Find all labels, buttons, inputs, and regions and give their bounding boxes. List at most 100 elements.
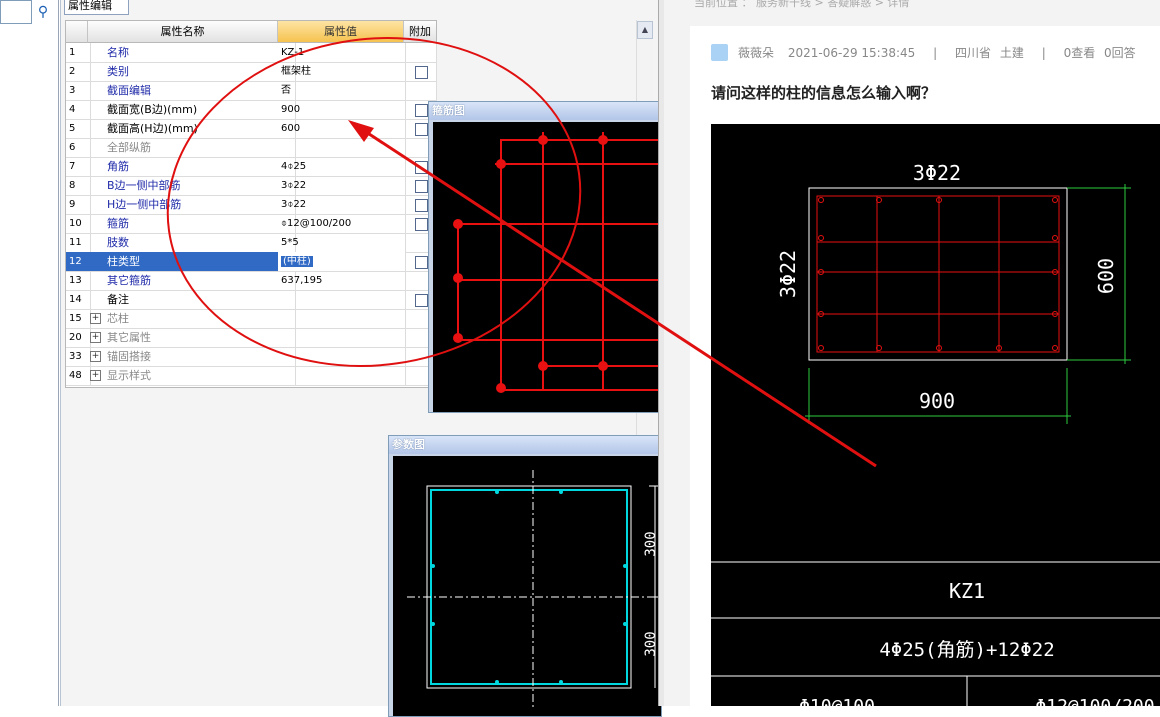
parameter-window-title[interactable]: 参数图: [389, 436, 661, 454]
property-row[interactable]: 33 锚固搭接 +: [66, 347, 437, 367]
property-name: 全部纵筋: [88, 138, 296, 157]
property-name-text: 角筋: [107, 160, 129, 173]
property-name: 芯柱: [88, 309, 296, 328]
extra-checkbox[interactable]: [415, 256, 428, 269]
property-row[interactable]: 8 B边一侧中部筋 3⌽22: [66, 176, 437, 196]
search-input[interactable]: [0, 0, 32, 24]
property-value[interactable]: 600: [278, 119, 406, 138]
property-name: 名称: [88, 43, 296, 62]
left-sidebar: [0, 0, 59, 706]
scroll-up-icon[interactable]: ▲: [637, 21, 653, 39]
parameter-diagram-drawing: 300 300: [407, 470, 661, 708]
cad-width-dimension: 900: [919, 389, 955, 413]
property-name: 其它箍筋: [88, 271, 296, 290]
property-value[interactable]: 5*5: [278, 233, 406, 252]
rebar-diagram: [433, 122, 661, 412]
property-name: 锚固搭接: [88, 347, 296, 366]
extra-checkbox[interactable]: [415, 104, 428, 117]
property-value[interactable]: 900: [278, 100, 406, 119]
property-value-text: 框架柱: [281, 66, 311, 77]
tab-property-edit[interactable]: 属性编辑: [64, 0, 129, 15]
property-row[interactable]: 9 H边一侧中部筋 3⌽22: [66, 195, 437, 215]
rebar-diagram-window[interactable]: 箍筋图: [428, 101, 662, 413]
property-row[interactable]: 2 类别 框架柱: [66, 62, 437, 82]
question-title: 请问这样的柱的信息怎么输入啊？: [711, 84, 937, 102]
expand-icon[interactable]: +: [90, 370, 101, 381]
property-row[interactable]: 6 全部纵筋: [66, 138, 437, 158]
extra-checkbox[interactable]: [415, 66, 428, 79]
breadcrumb: 当前位置 ： 服务新干线 > 答疑解惑 > 详情: [694, 0, 910, 9]
property-row[interactable]: 15 芯柱 +: [66, 309, 437, 329]
extra-checkbox[interactable]: [415, 199, 428, 212]
property-value[interactable]: 3⌽22: [278, 195, 406, 214]
property-value[interactable]: [278, 290, 406, 309]
avatar[interactable]: [711, 44, 728, 61]
property-value[interactable]: [278, 366, 406, 385]
property-name-text: 柱类型: [107, 255, 140, 268]
property-value-text: 637,195: [281, 275, 323, 286]
property-value[interactable]: KZ-1: [278, 43, 406, 62]
property-value-text: 900: [281, 104, 301, 115]
extra-cell: [404, 62, 437, 81]
property-name: B边一侧中部筋: [88, 176, 296, 195]
property-value[interactable]: 637,195: [278, 271, 406, 290]
property-value[interactable]: 4⌽25: [278, 157, 406, 176]
property-value[interactable]: 框架柱: [278, 62, 406, 81]
property-name-text: 芯柱: [107, 312, 129, 325]
expand-icon[interactable]: +: [90, 332, 101, 343]
expand-icon[interactable]: +: [90, 313, 101, 324]
property-name: H边一侧中部筋: [88, 195, 296, 214]
category: 土建: [999, 46, 1024, 60]
property-row[interactable]: 10 箍筋 ⌽12@100/200: [66, 214, 437, 234]
answer-count: 0回答: [1104, 46, 1136, 60]
property-name-text: 其它属性: [107, 331, 151, 344]
extra-checkbox[interactable]: [415, 180, 428, 193]
property-value[interactable]: [278, 138, 406, 157]
property-name-text: 名称: [107, 46, 129, 59]
property-value[interactable]: [278, 309, 406, 328]
property-row[interactable]: 12柱类型(中柱)▼: [66, 252, 437, 272]
search-icon[interactable]: ⚲: [32, 2, 54, 22]
property-value-text: 5*5: [281, 237, 299, 248]
property-name-text: 肢数: [107, 236, 129, 249]
property-row[interactable]: 20 其它属性 +: [66, 328, 437, 348]
property-value[interactable]: 否: [278, 81, 406, 100]
property-row[interactable]: 5 截面高(H边)(mm) 600: [66, 119, 437, 139]
parameter-diagram-window[interactable]: 参数图 300 300: [388, 435, 662, 717]
property-value[interactable]: [278, 328, 406, 347]
region: 四川省: [955, 46, 992, 60]
property-row[interactable]: 48 显示样式 +: [66, 366, 437, 386]
property-value-text: KZ-1: [281, 47, 305, 58]
extra-checkbox[interactable]: [415, 294, 428, 307]
property-row[interactable]: 11 肢数 5*5: [66, 233, 437, 253]
property-row[interactable]: 14 备注: [66, 290, 437, 310]
extra-checkbox[interactable]: [415, 123, 428, 136]
property-value-text: (中柱): [281, 256, 313, 267]
header-value[interactable]: 属性值: [278, 21, 404, 43]
property-row[interactable]: 13 其它箍筋 637,195: [66, 271, 437, 291]
property-row[interactable]: 7 角筋 4⌽25: [66, 157, 437, 177]
property-value[interactable]: (中柱)▼: [278, 252, 406, 271]
header-extra[interactable]: 附加: [404, 21, 436, 43]
rebar-window-title[interactable]: 箍筋图: [429, 102, 661, 120]
extra-checkbox[interactable]: [415, 218, 428, 231]
property-value[interactable]: 3⌽22: [278, 176, 406, 195]
dim-label-b: 300: [643, 631, 659, 656]
user-name[interactable]: 薇薇朵: [738, 46, 774, 60]
property-value-text: 600: [281, 123, 301, 134]
extra-checkbox[interactable]: [415, 161, 428, 174]
property-row[interactable]: 3 截面编辑否: [66, 81, 437, 101]
property-value-text: 否: [281, 85, 291, 96]
property-value[interactable]: [278, 347, 406, 366]
property-name: 柱类型: [88, 252, 296, 271]
property-row[interactable]: 4 截面宽(B边)(mm) 900: [66, 100, 437, 120]
property-value[interactable]: ⌽12@100/200: [278, 214, 406, 233]
property-name-text: 显示样式: [107, 369, 151, 382]
extra-cell: [404, 81, 437, 100]
property-name: 其它属性: [88, 328, 296, 347]
property-row[interactable]: 1 名称 KZ-1: [66, 43, 437, 63]
header-name[interactable]: 属性名称: [88, 21, 278, 43]
cad-stirrup-right: Φ12@100/200: [1035, 696, 1154, 706]
property-name-text: 锚固搭接: [107, 350, 151, 363]
expand-icon[interactable]: +: [90, 351, 101, 362]
